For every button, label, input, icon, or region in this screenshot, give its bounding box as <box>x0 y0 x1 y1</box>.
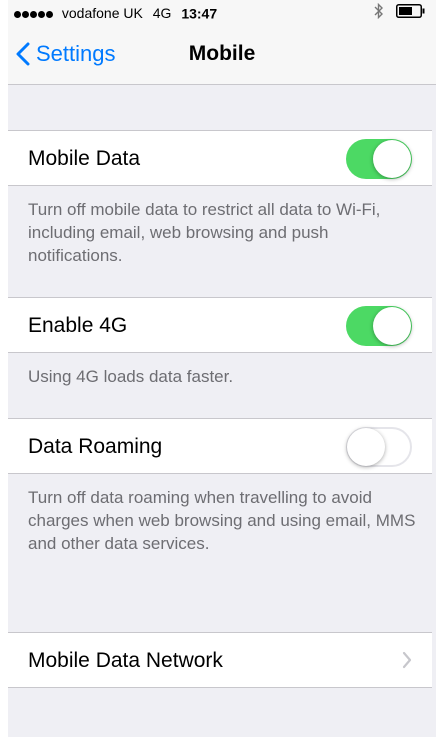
mobile-data-footer: Turn off mobile data to restrict all dat… <box>28 200 381 265</box>
enable-4g-toggle[interactable] <box>346 306 412 346</box>
mobile-data-row: Mobile Data <box>8 130 432 186</box>
data-roaming-footer: Turn off data roaming when travelling to… <box>28 488 416 553</box>
screen-frame-right <box>436 0 444 737</box>
status-time: 13:47 <box>181 5 218 22</box>
screen-frame-left <box>0 0 8 737</box>
data-roaming-toggle[interactable] <box>346 427 412 467</box>
top-bar: vodafone UK 4G 13:47 Settings Mobile <box>0 0 444 85</box>
mobile-data-toggle[interactable] <box>346 139 412 179</box>
enable-4g-label: Enable 4G <box>28 314 128 337</box>
toggle-knob <box>373 140 411 178</box>
mobile-data-label: Mobile Data <box>28 147 141 170</box>
navigation-bar: Settings Mobile <box>0 22 444 84</box>
mobile-data-network-row[interactable]: Mobile Data Network <box>8 632 432 688</box>
battery-icon <box>396 3 426 23</box>
page-title: Mobile <box>188 42 256 65</box>
status-right-icons <box>374 2 426 22</box>
chevron-right-icon <box>402 651 412 674</box>
data-roaming-row: Data Roaming <box>8 418 432 474</box>
toggle-knob <box>373 307 411 345</box>
data-roaming-label: Data Roaming <box>28 435 163 458</box>
carrier-name: vodafone UK <box>61 5 143 22</box>
enable-4g-footer: Using 4G loads data faster. <box>28 367 234 386</box>
enable-4g-row: Enable 4G <box>8 297 432 353</box>
mobile-data-network-label: Mobile Data Network <box>28 649 223 672</box>
bluetooth-icon <box>374 2 384 24</box>
toggle-knob <box>347 428 385 466</box>
signal-dots-icon <box>14 3 54 23</box>
network-type: 4G <box>152 5 172 22</box>
status-bar: vodafone UK 4G 13:47 <box>14 2 426 22</box>
